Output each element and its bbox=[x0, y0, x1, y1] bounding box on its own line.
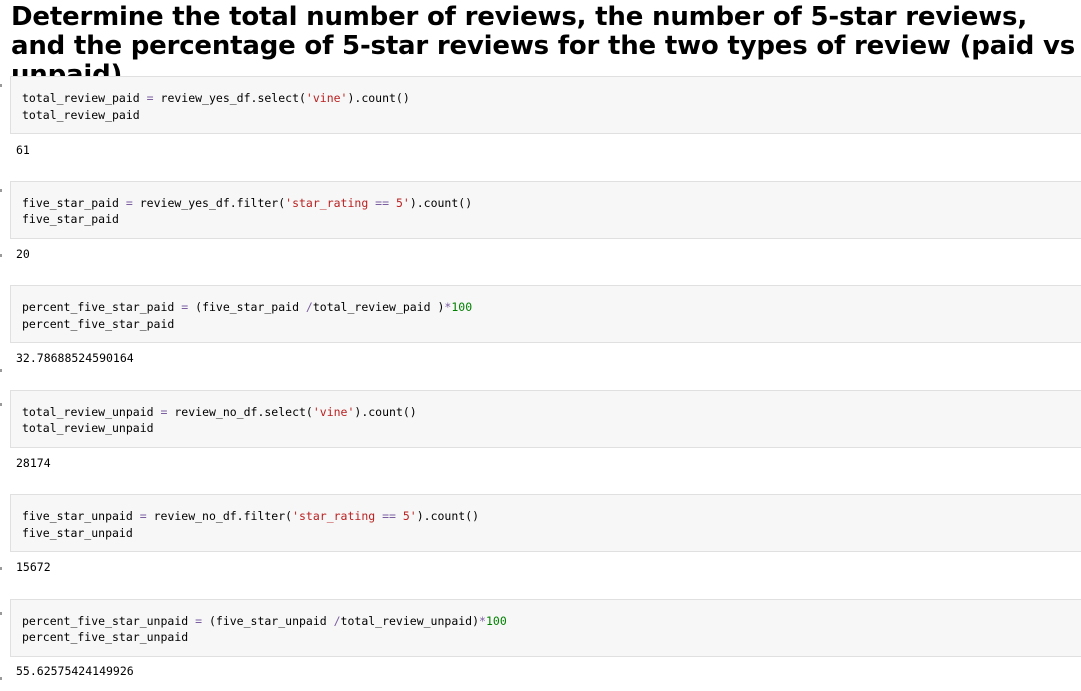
cell-edge-marker bbox=[0, 403, 2, 406]
code-line: percent_five_star_unpaid bbox=[22, 630, 189, 644]
code-line: five_star_paid bbox=[22, 212, 119, 226]
code-line: five_star_paid = review_yes_df.filter('s… bbox=[22, 196, 473, 210]
cell-output: 28174 bbox=[16, 456, 51, 470]
code-input-box[interactable]: five_star_paid = review_yes_df.filter('s… bbox=[10, 181, 1081, 239]
cell-output: 15672 bbox=[16, 560, 51, 574]
code-line: five_star_unpaid = review_no_df.filter('… bbox=[22, 509, 480, 523]
code-line: percent_five_star_paid bbox=[22, 317, 175, 331]
code-input-box[interactable]: total_review_paid = review_yes_df.select… bbox=[10, 76, 1081, 134]
cell-output: 32.78688524590164 bbox=[16, 351, 134, 365]
code-line: five_star_unpaid bbox=[22, 526, 133, 540]
cell-edge-marker bbox=[0, 189, 2, 192]
cell-edge-marker bbox=[0, 254, 2, 257]
cell-output: 55.62575424149926 bbox=[16, 664, 134, 678]
cell-edge-marker bbox=[0, 567, 2, 570]
code-line: total_review_paid bbox=[22, 108, 140, 122]
code-line: total_review_unpaid bbox=[22, 421, 154, 435]
code-line: total_review_unpaid = review_no_df.selec… bbox=[22, 405, 417, 419]
code-line: percent_five_star_paid = (five_star_paid… bbox=[22, 300, 473, 314]
cell-output: 61 bbox=[16, 143, 30, 157]
code-input-box[interactable]: percent_five_star_unpaid = (five_star_un… bbox=[10, 599, 1081, 657]
code-line: total_review_paid = review_yes_df.select… bbox=[22, 91, 410, 105]
cell-edge-marker bbox=[0, 369, 2, 372]
cell-edge-marker bbox=[0, 677, 2, 680]
code-input-box[interactable]: percent_five_star_paid = (five_star_paid… bbox=[10, 285, 1081, 343]
code-input-box[interactable]: total_review_unpaid = review_no_df.selec… bbox=[10, 390, 1081, 448]
cell-output: 20 bbox=[16, 247, 30, 261]
cell-edge-marker bbox=[0, 84, 2, 87]
code-input-box[interactable]: five_star_unpaid = review_no_df.filter('… bbox=[10, 494, 1081, 552]
code-line: percent_five_star_unpaid = (five_star_un… bbox=[22, 614, 507, 628]
cell-edge-marker bbox=[0, 612, 2, 615]
